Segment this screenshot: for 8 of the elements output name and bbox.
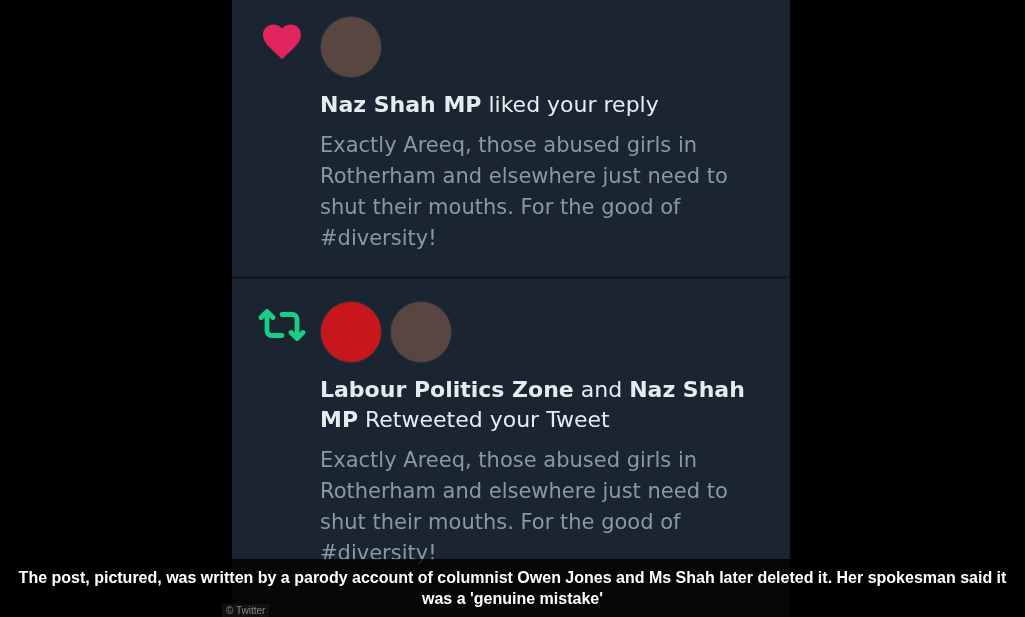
image-credit: © Twitter (222, 604, 270, 617)
tweet-text: Exactly Areeq, those abused girls in Rotherham and elsewhere just need to shut their mouths. For the good of #diversity! (320, 132, 729, 252)
notification-headline: Naz Shah MP liked your reply (320, 91, 660, 119)
heart-icon (261, 22, 303, 60)
tweet-text: Exactly Areeq, those abused girls in Rotherham and elsewhere just need to shut their mouths. For the good of #diversity! (320, 447, 729, 567)
image-caption: The post, pictured, was written by a parody account of columnist Owen Jones and Ms Shah later deleted it. Her spokesman said it was a 'genuine mistake' (17, 568, 1008, 607)
retweet-icon (258, 307, 306, 343)
notification-headline: Labour Politics Zone and Naz Shah MP Retweeted your Tweet (320, 376, 746, 434)
